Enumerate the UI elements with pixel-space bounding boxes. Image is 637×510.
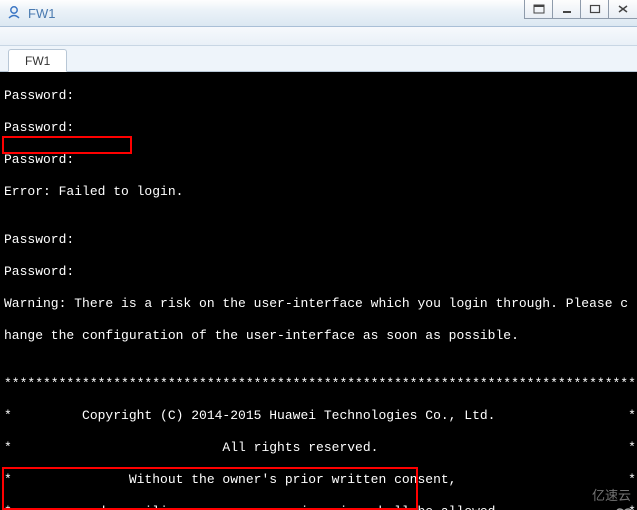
- tab-bar: FW1: [0, 46, 637, 72]
- window-titlebar: FW1: [0, 0, 637, 27]
- terminal-line: ****************************************…: [0, 376, 637, 392]
- tab-fw1[interactable]: FW1: [8, 49, 67, 72]
- watermark: 亿速云: [566, 488, 631, 504]
- terminal-line: Password:: [0, 88, 637, 104]
- minimize-button[interactable]: [552, 0, 581, 19]
- terminal-line: * All rights reserved. *: [0, 440, 637, 456]
- toolbar-strip: [0, 27, 637, 46]
- terminal-line: hange the configuration of the user-inte…: [0, 328, 637, 344]
- window-title: FW1: [28, 6, 55, 21]
- window-controls: [525, 0, 637, 21]
- terminal-line: Error: Failed to login.: [0, 184, 637, 200]
- maximize-button[interactable]: [580, 0, 609, 19]
- collapse-button[interactable]: [524, 0, 553, 19]
- infinity-icon: [566, 489, 588, 503]
- terminal-line: Password:: [0, 152, 637, 168]
- terminal-line: Password:: [0, 232, 637, 248]
- terminal-line: * no decompiling or reverse-engineering …: [0, 504, 637, 510]
- close-button[interactable]: [608, 0, 637, 19]
- watermark-text: 亿速云: [592, 488, 631, 504]
- app-icon: [6, 5, 22, 21]
- terminal-line: Password:: [0, 264, 637, 280]
- terminal-line: * Without the owner's prior written cons…: [0, 472, 637, 488]
- terminal-line: * Copyright (C) 2014-2015 Huawei Technol…: [0, 408, 637, 424]
- terminal-output[interactable]: Password: Password: Password: Error: Fai…: [0, 72, 637, 510]
- terminal-line: Password:: [0, 120, 637, 136]
- terminal-line: Warning: There is a risk on the user-int…: [0, 296, 637, 312]
